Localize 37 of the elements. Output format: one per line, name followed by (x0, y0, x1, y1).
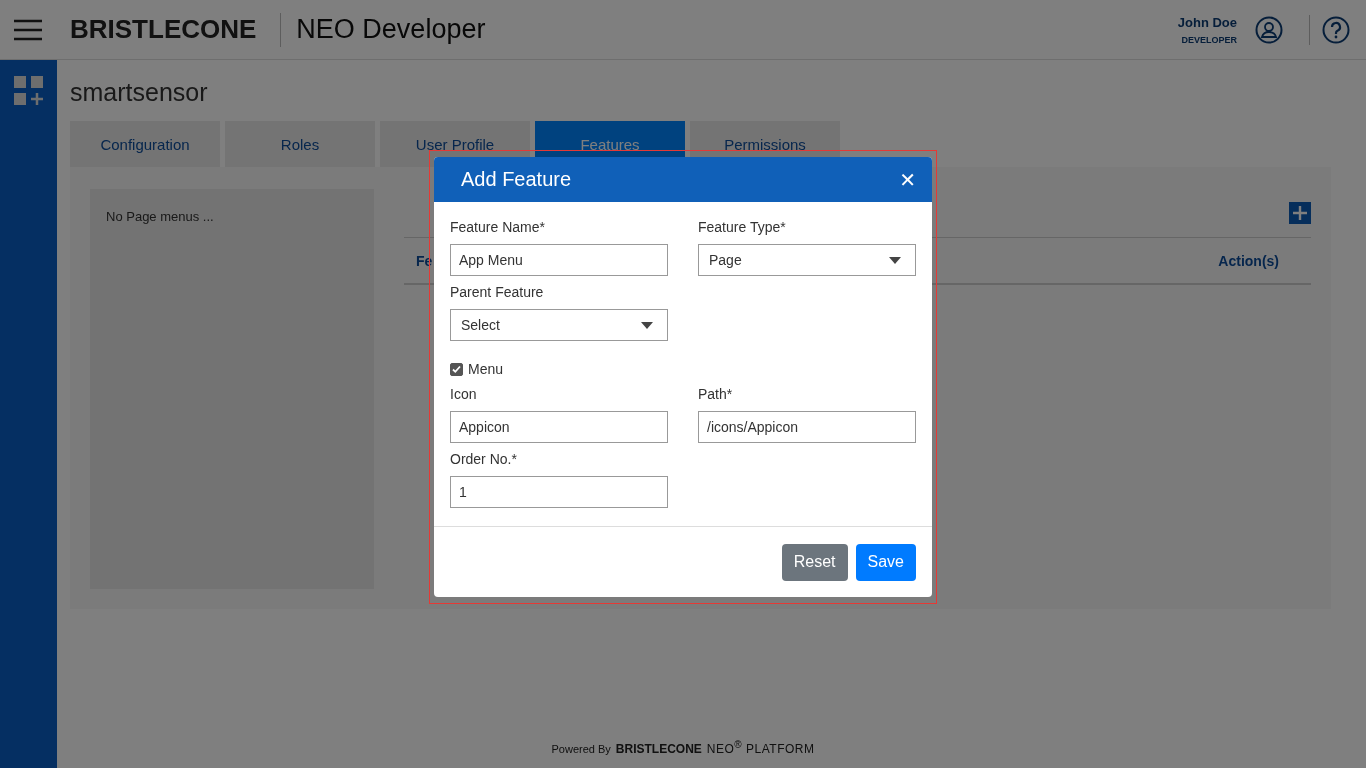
field-label: Feature Name* (450, 219, 546, 235)
powered-by: Powered By (551, 743, 611, 755)
input-field[interactable]: /icons/Appicon (698, 411, 916, 443)
select-field[interactable]: Select (450, 309, 668, 341)
help-icon[interactable] (1322, 15, 1350, 44)
user-icon[interactable] (1255, 15, 1283, 44)
brand-logo: BRISTLECONE (70, 14, 257, 45)
field-label: Order No.* (450, 451, 518, 467)
user-role: DEVELOPER (1181, 34, 1237, 45)
caret-icon (889, 256, 901, 264)
menu-checkbox[interactable] (450, 362, 463, 376)
close-button[interactable]: ✕ (897, 167, 918, 192)
tab[interactable]: Configuration (70, 121, 220, 167)
field-label: Parent Feature (450, 284, 545, 300)
input-field[interactable]: App Menu (450, 244, 668, 276)
apps-add-icon[interactable] (13, 76, 44, 106)
app-title: NEO Developer (296, 14, 486, 45)
field-label: Icon (450, 386, 478, 402)
caret-icon (641, 321, 653, 329)
field-label: Feature Type* (698, 219, 787, 235)
column-header: Action(s) (1218, 252, 1279, 269)
input-field[interactable]: Appicon (450, 411, 668, 443)
tab[interactable]: Roles (225, 121, 375, 167)
checkbox-label: Menu (468, 361, 504, 377)
menu-icon[interactable] (14, 18, 42, 41)
empty-message: No Page menus ... (106, 209, 214, 224)
page-title: smartsensor (70, 78, 209, 107)
add-icon[interactable] (1289, 202, 1311, 224)
reset-button[interactable]: Reset (781, 543, 848, 581)
user-name: John Doe (1177, 14, 1237, 30)
input-field[interactable]: 1 (450, 476, 668, 508)
save-button[interactable]: Save (855, 543, 916, 581)
field-label: Path* (698, 386, 734, 402)
footer-logo: BRISTLECONE (615, 742, 702, 756)
select-field[interactable]: Page (698, 244, 916, 276)
product-name: NEO$^{®}$ PLATFORM (706, 739, 815, 756)
dialog-title: Add Feature (461, 168, 572, 191)
